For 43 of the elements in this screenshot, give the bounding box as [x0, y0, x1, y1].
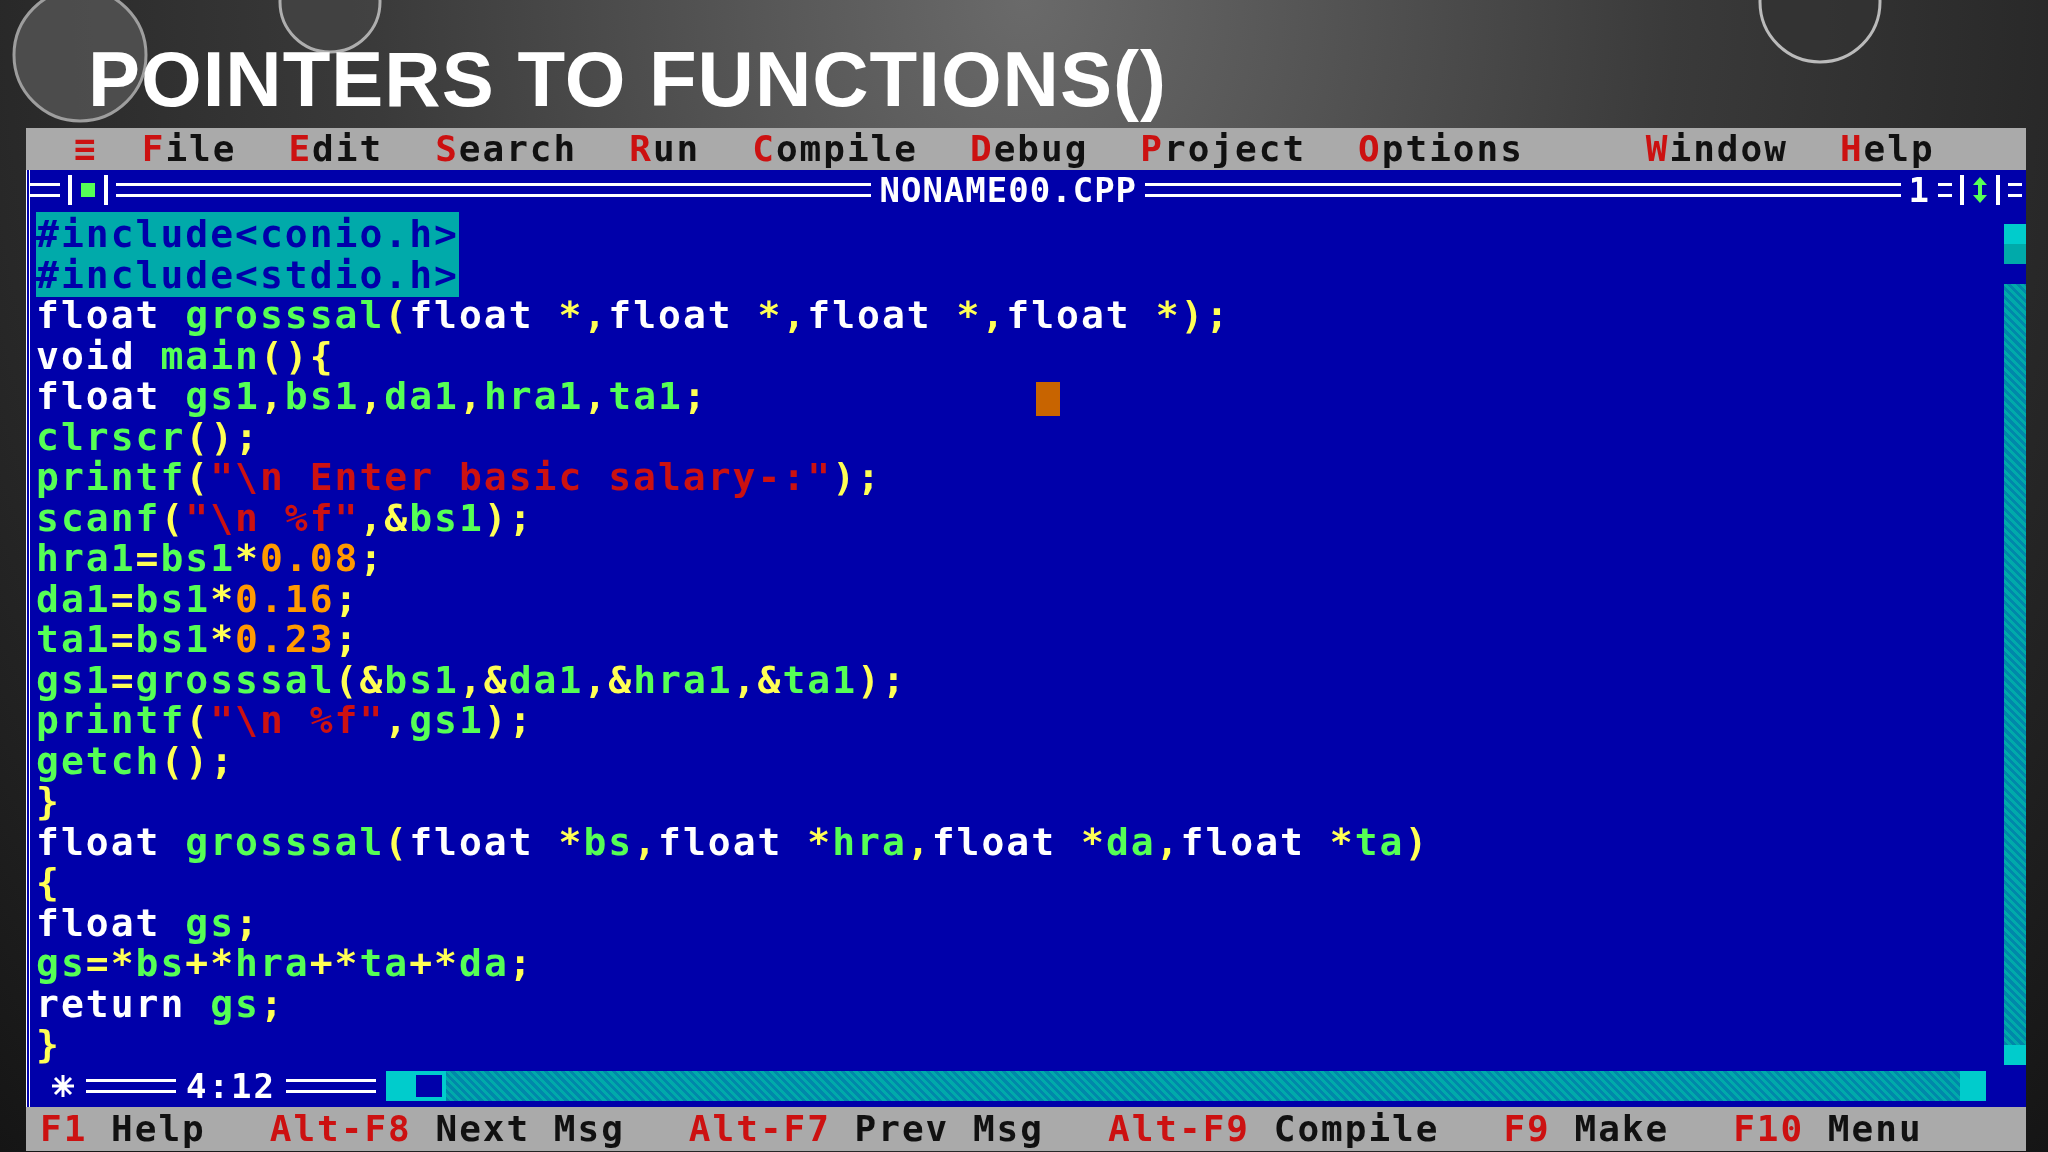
function-key-hint[interactable]: Alt-F8 Next Msg: [269, 1107, 625, 1150]
code-line: void main(){: [36, 335, 335, 376]
close-button[interactable]: [68, 175, 108, 205]
menu-item[interactable]: Edit: [262, 129, 410, 169]
code-line: float gs1,bs1,da1,hra1,ta1;: [36, 376, 2004, 417]
menu-item[interactable]: Project: [1114, 129, 1333, 169]
code-line: float grosssal(float *bs,float *hra,float *da,float *ta): [36, 821, 1431, 862]
menu-item[interactable]: Options: [1332, 129, 1550, 169]
code-line: float gs;: [36, 902, 261, 943]
zoom-button[interactable]: [1960, 175, 2000, 205]
function-key-hint[interactable]: Alt-F7 Prev Msg: [688, 1107, 1044, 1150]
code-line: ta1=bs1*0.23;: [36, 619, 361, 660]
cursor-position: 4:12: [186, 1065, 276, 1106]
code-line: printf("\n %f",gs1);: [36, 700, 535, 741]
code-line: getch();: [36, 740, 237, 781]
function-key-hint[interactable]: F1 Help: [40, 1107, 206, 1150]
code-line: gs1=grosssal(&bs1,&da1,&hra1,&ta1);: [36, 659, 908, 700]
menu-item[interactable]: Window: [1619, 129, 1814, 169]
code-line: clrscr();: [36, 416, 261, 457]
menu-item[interactable]: Search: [409, 129, 604, 169]
function-key-hint[interactable]: F9 Make: [1503, 1107, 1670, 1150]
code-line: gs=*bs+*hra+*ta+*da;: [36, 943, 535, 984]
slide-title: POINTERS TO FUNCTIONS(): [88, 34, 1167, 125]
code-line: }: [36, 781, 61, 822]
code-line: float grosssal(float *,float *,float *,float *);: [36, 295, 1232, 336]
code-line: hra1=bs1*0.08;: [36, 538, 386, 579]
function-key-hint[interactable]: F10 Menu: [1733, 1107, 1923, 1150]
code-line: return gs;: [36, 983, 286, 1024]
code-line: da1=bs1*0.16;: [36, 578, 361, 619]
code-line: scanf("\n %f",&bs1);: [36, 497, 535, 538]
window-number: 1: [1908, 170, 1930, 210]
up-down-arrow-icon: [1972, 177, 1988, 203]
menu-item[interactable]: File: [115, 129, 263, 169]
code-line: {: [36, 862, 62, 903]
code-line: printf("\n Enter basic salary-:");: [36, 457, 883, 498]
code-line: }: [36, 1024, 62, 1065]
menu-item[interactable]: Compile: [726, 129, 944, 169]
menu-item[interactable]: Help: [1813, 129, 1961, 169]
window-title: NONAME00.CPP: [879, 170, 1138, 210]
star-icon: [50, 1072, 76, 1099]
menu-item[interactable]: Debug: [943, 129, 1115, 169]
menu-item[interactable]: Run: [603, 129, 727, 169]
function-key-hint[interactable]: Alt-F9 Compile: [1108, 1107, 1440, 1150]
